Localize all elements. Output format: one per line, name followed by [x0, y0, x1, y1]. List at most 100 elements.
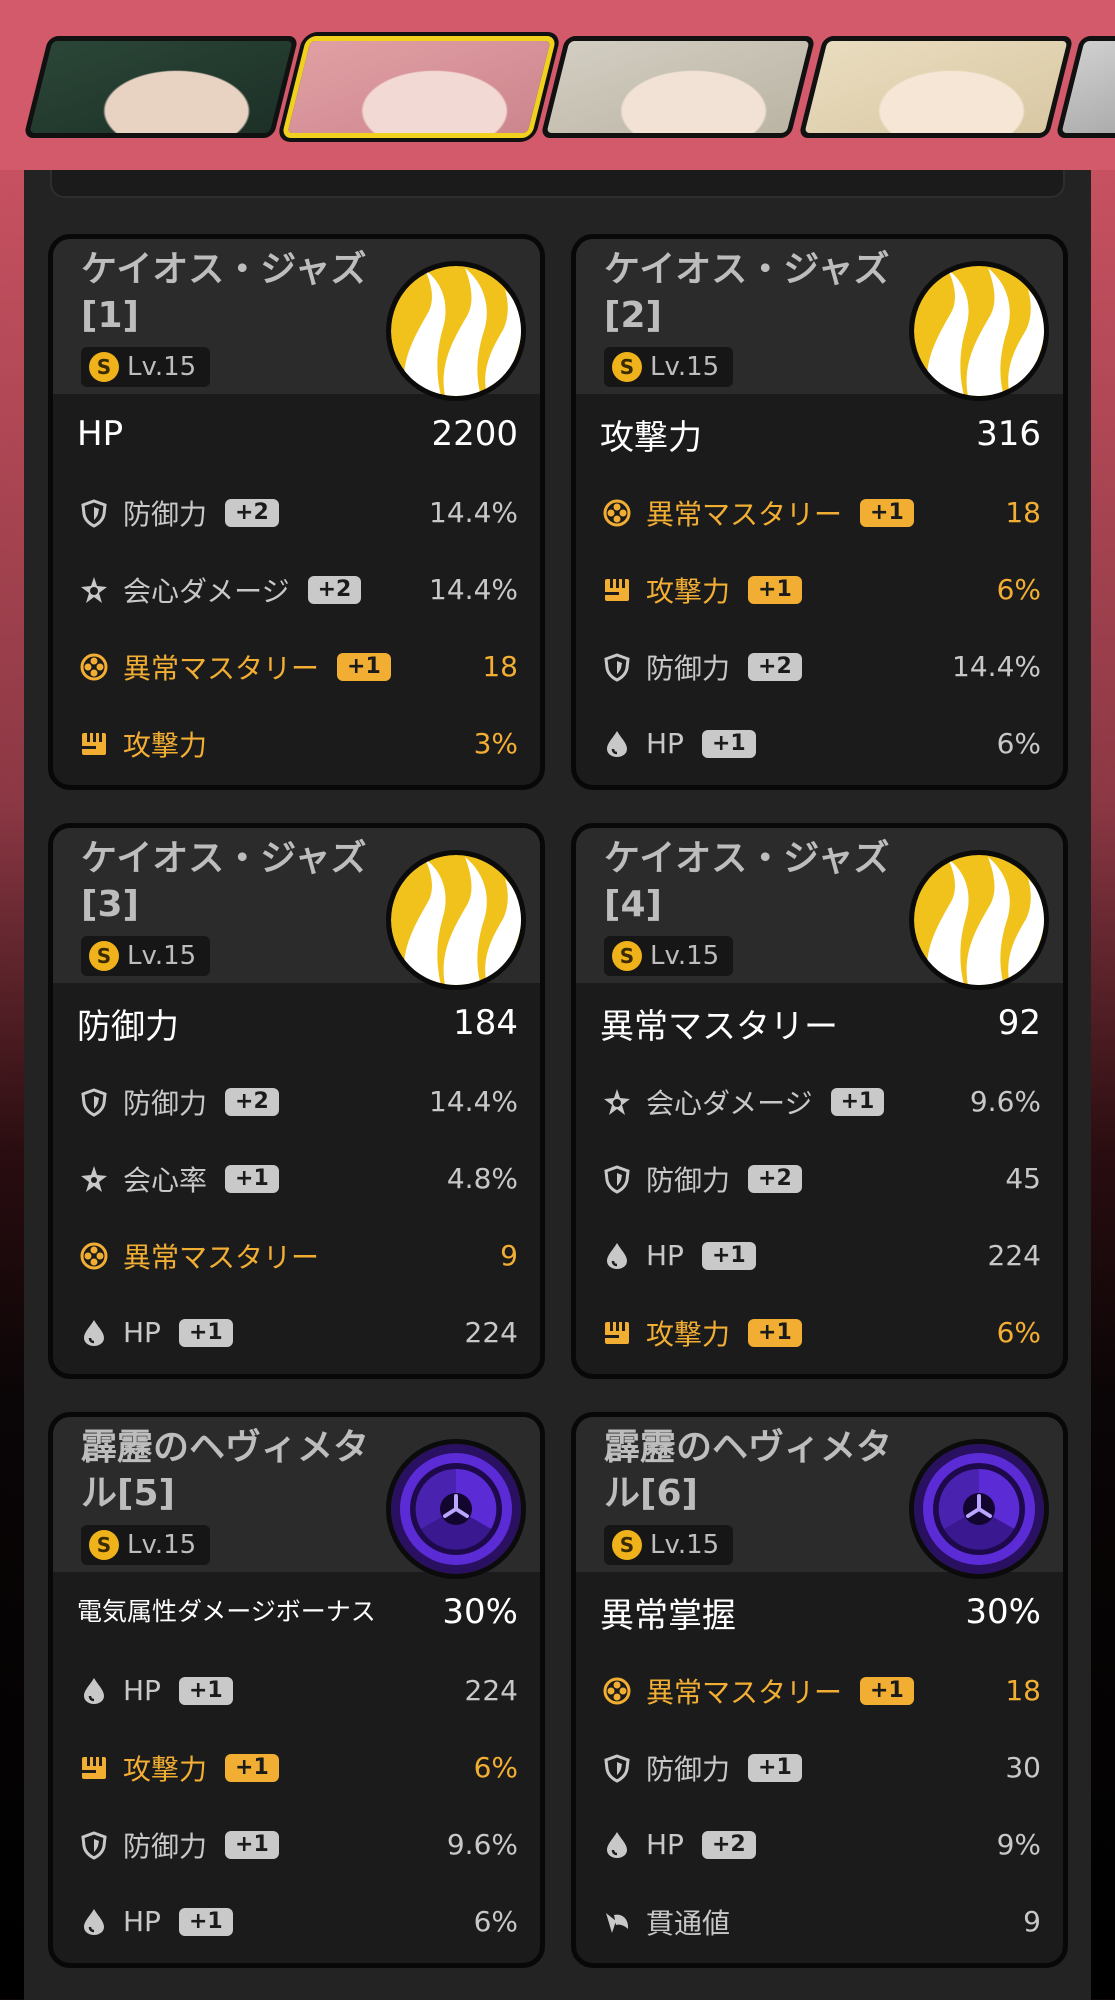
rank-s-icon: S — [89, 352, 119, 382]
sub-stat-label: 異常マスタリー — [646, 497, 843, 531]
sub-stat-list: 会心ダメージ +1 9.6% 防御力 +2 45 HP +1 224 攻撃力 +… — [576, 1063, 1063, 1371]
sub-stat-row: 攻撃力 3% — [53, 705, 540, 782]
main-stat: 攻撃力 316 — [576, 394, 1063, 474]
sub-stat-row: 攻撃力 +1 6% — [53, 1729, 540, 1806]
sub-stat-roll-badge: +1 — [225, 1164, 279, 1193]
drive-disc-card[interactable]: ケイオス・ジャズ[2] S Lv.15 攻撃力 316 異常マスタリー +1 1… — [571, 234, 1068, 790]
thunder-metal-disc-icon — [909, 1439, 1049, 1579]
sub-stat-roll-badge: +1 — [178, 1318, 233, 1347]
sub-stat-value: 3% — [473, 727, 518, 760]
sub-stat-row: 攻撃力 +1 6% — [576, 551, 1063, 628]
main-stat-label: 異常掌握 — [600, 1595, 736, 1636]
shield-icon — [600, 1162, 634, 1196]
sub-stat-value: 9 — [500, 1239, 518, 1272]
sub-stat-list: HP +1 224 攻撃力 +1 6% 防御力 +1 9.6% HP +1 6% — [53, 1652, 540, 1960]
sub-stat-label: 攻撃力 — [646, 1317, 731, 1351]
sub-stat-value: 14.4% — [952, 650, 1041, 683]
sub-stat-roll-badge: +1 — [225, 1830, 279, 1859]
sub-stat-list: 防御力 +2 14.4% 会心ダメージ +2 14.4% 異常マスタリー +1 … — [53, 474, 540, 782]
drive-disc-card[interactable]: 霹靂のヘヴィメタル[5] S Lv.15 電気属性ダメージボーナス 30% HP… — [48, 1412, 545, 1968]
sub-stat-roll-badge: +1 — [337, 652, 391, 681]
sub-stat-label: HP — [123, 1905, 161, 1938]
hp-drop-icon — [77, 1674, 111, 1708]
sub-stat-label: 防御力 — [123, 497, 208, 531]
drive-disc-card[interactable]: ケイオス・ジャズ[1] S Lv.15 HP 2200 防御力 +2 14.4% — [48, 234, 545, 790]
disc-name: ケイオス・ジャズ[1] — [81, 249, 367, 336]
sub-stat-value: 6% — [996, 727, 1041, 760]
disc-level-badge: S Lv.15 — [81, 1525, 211, 1565]
character-tab-4[interactable] — [798, 36, 1074, 138]
pen-icon — [600, 1905, 634, 1939]
sub-stat-roll-badge: +1 — [701, 729, 756, 758]
sub-stat-value: 9.6% — [446, 1828, 518, 1861]
rank-s-icon: S — [612, 941, 642, 971]
sub-stat-roll-badge: +2 — [748, 652, 802, 681]
main-stat-label: 異常マスタリー — [600, 1006, 838, 1047]
disc-name: 霹靂のヘヴィメタル[5] — [81, 1427, 370, 1514]
sub-stat-label: 防御力 — [646, 1752, 731, 1786]
character-tab-3[interactable] — [540, 36, 816, 138]
sub-stat-roll-badge: +2 — [748, 1164, 802, 1193]
character-tab-1[interactable] — [23, 36, 299, 138]
chaos-jazz-disc-icon — [386, 261, 526, 401]
disc-level: Lv.15 — [127, 352, 197, 382]
sub-stat-label: 攻撃力 — [123, 1752, 208, 1786]
sub-stat-roll-badge: +1 — [830, 1087, 885, 1116]
drive-disc-card[interactable]: 霹靂のヘヴィメタル[6] S Lv.15 異常掌握 30% 異常マスタリー +1… — [571, 1412, 1068, 1968]
sub-stat-row: 防御力 +2 14.4% — [576, 628, 1063, 705]
sub-stat-row: HP +1 224 — [53, 1294, 540, 1371]
anomaly-icon — [77, 1239, 111, 1273]
sub-stat-value: 224 — [987, 1239, 1041, 1272]
sub-stat-value: 14.4% — [429, 573, 518, 606]
hp-drop-icon — [77, 1905, 111, 1939]
shield-icon — [77, 496, 111, 530]
drive-disc-card[interactable]: ケイオス・ジャズ[4] S Lv.15 異常マスタリー 92 会心ダメージ +1… — [571, 823, 1068, 1379]
sub-stat-label: 防御力 — [646, 1163, 731, 1197]
sub-stat-label: HP — [123, 1674, 161, 1707]
shield-icon — [77, 1828, 111, 1862]
shield-icon — [77, 1085, 111, 1119]
sub-stat-row: 会心ダメージ +2 14.4% — [53, 551, 540, 628]
sub-stat-roll-badge: +1 — [860, 498, 914, 527]
sub-stat-roll-badge: +2 — [225, 498, 279, 527]
sub-stat-label: 攻撃力 — [123, 728, 208, 762]
sub-stat-roll-badge: +1 — [748, 575, 802, 604]
disc-level-badge: S Lv.15 — [604, 347, 734, 387]
sub-stat-row: 異常マスタリー +1 18 — [576, 1652, 1063, 1729]
sub-stat-row: 異常マスタリー 9 — [53, 1217, 540, 1294]
drive-disc-card[interactable]: ケイオス・ジャズ[3] S Lv.15 防御力 184 防御力 +2 14.4% — [48, 823, 545, 1379]
sub-stat-value: 6% — [996, 1316, 1041, 1349]
sub-stat-value: 224 — [464, 1674, 518, 1707]
sub-stat-label: 異常マスタリー — [123, 1240, 320, 1274]
character-selector-bar — [0, 0, 1115, 170]
crit-rate-icon — [77, 1162, 111, 1196]
anomaly-icon — [600, 1674, 634, 1708]
disc-name: ケイオス・ジャズ[3] — [81, 838, 367, 925]
sub-stat-row: HP +2 9% — [576, 1806, 1063, 1883]
disc-level-badge: S Lv.15 — [81, 347, 211, 387]
sub-stat-value: 9% — [996, 1828, 1041, 1861]
disc-level: Lv.15 — [650, 941, 720, 971]
sub-stat-roll-badge: +1 — [701, 1241, 756, 1270]
chaos-jazz-disc-icon — [909, 261, 1049, 401]
character-portrait — [23, 36, 299, 138]
sub-stat-value: 45 — [1005, 1162, 1041, 1195]
sub-stat-value: 14.4% — [429, 1085, 518, 1118]
hp-drop-icon — [600, 1828, 634, 1862]
main-stat: 防御力 184 — [53, 983, 540, 1063]
sub-stat-value: 6% — [996, 573, 1041, 606]
sub-stat-value: 14.4% — [429, 496, 518, 529]
character-tab-2[interactable] — [281, 36, 557, 138]
sub-stat-row: HP +1 224 — [576, 1217, 1063, 1294]
sub-stat-row: 異常マスタリー +1 18 — [576, 474, 1063, 551]
sub-stat-list: 異常マスタリー +1 18 防御力 +1 30 HP +2 9% 貫通値 9 — [576, 1652, 1063, 1960]
main-stat-label: 攻撃力 — [600, 417, 702, 458]
main-stat-value: 2200 — [431, 414, 518, 454]
sub-stat-row: 貫通値 9 — [576, 1883, 1063, 1960]
panel-top-edge — [50, 170, 1065, 198]
main-stat-label: 電気属性ダメージボーナス — [77, 1597, 376, 1626]
sub-stat-row: 会心ダメージ +1 9.6% — [576, 1063, 1063, 1140]
disc-header: ケイオス・ジャズ[2] S Lv.15 — [576, 239, 1063, 401]
disc-header: ケイオス・ジャズ[3] S Lv.15 — [53, 828, 540, 990]
hp-drop-icon — [600, 1239, 634, 1273]
